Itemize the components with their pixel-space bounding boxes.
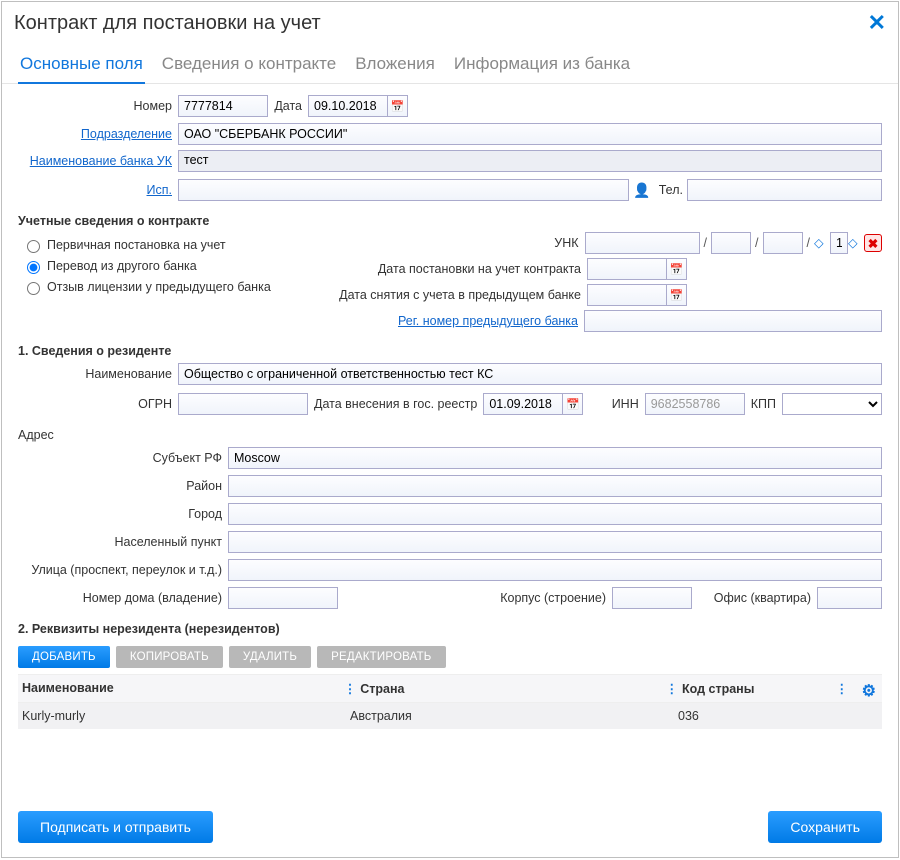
- bank-uk-link-label[interactable]: Наименование банка УК: [18, 150, 178, 168]
- gosreg-date-label: Дата внесения в гос. реестр: [308, 397, 483, 411]
- tel-input[interactable]: [687, 179, 882, 201]
- block-input[interactable]: [612, 587, 692, 609]
- footer: Подписать и отправить Сохранить: [2, 797, 898, 857]
- dereg-date-label: Дата снятия с учета в предыдущем банке: [327, 288, 587, 302]
- ogrn-label: ОГРН: [18, 397, 178, 411]
- titlebar: Контракт для постановки на учет ✕: [2, 2, 898, 44]
- col-country[interactable]: Страна: [360, 682, 404, 696]
- calendar-icon[interactable]: 📅: [667, 284, 687, 306]
- prev-bank-link-label[interactable]: Рег. номер предыдущего банка: [324, 314, 584, 328]
- ogrn-input: [178, 393, 308, 415]
- nonresident-toolbar: ДОБАВИТЬ КОПИРОВАТЬ УДАЛИТЬ РЕДАКТИРОВАТ…: [18, 646, 882, 668]
- calendar-icon[interactable]: 📅: [667, 258, 687, 280]
- city-label: Город: [18, 507, 228, 521]
- unk-label: УНК: [325, 236, 585, 250]
- kpp-label: КПП: [745, 397, 782, 411]
- calendar-icon[interactable]: 📅: [388, 95, 408, 117]
- unk-icon-1[interactable]: ◇: [814, 235, 830, 251]
- calendar-icon[interactable]: 📅: [563, 393, 583, 415]
- house-input[interactable]: [228, 587, 338, 609]
- copy-button[interactable]: КОПИРОВАТЬ: [116, 646, 223, 668]
- radio-primary-label: Первичная постановка на учет: [47, 238, 226, 252]
- grid-header: Наименование ⋮Страна ⋮Код страны ⋮ ⚙: [18, 674, 882, 703]
- kpp-select[interactable]: [782, 393, 882, 415]
- street-input[interactable]: [228, 559, 882, 581]
- col-code[interactable]: Код страны: [682, 682, 754, 696]
- table-row[interactable]: Kurly-murly Австралия 036: [18, 703, 882, 729]
- close-icon[interactable]: ✕: [868, 10, 886, 36]
- radio-transfer-other-bank[interactable]: [27, 261, 40, 274]
- accounting-section-title: Учетные сведения о контракте: [18, 206, 882, 232]
- tab-contract-details[interactable]: Сведения о контракте: [160, 48, 338, 83]
- dereg-date-input[interactable]: [587, 284, 667, 306]
- resident-name-label: Наименование: [18, 367, 178, 381]
- office-label: Офис (квартира): [692, 591, 817, 605]
- subject-label: Субъект РФ: [18, 451, 228, 465]
- sign-send-button[interactable]: Подписать и отправить: [18, 811, 213, 843]
- unk-part2-input[interactable]: [711, 232, 751, 254]
- save-button[interactable]: Сохранить: [768, 811, 882, 843]
- number-label: Номер: [18, 99, 178, 113]
- form-body: Номер Дата 📅 Подразделение Наименование …: [2, 84, 898, 797]
- unk-part3-input[interactable]: [763, 232, 803, 254]
- cell-country: Австралия: [350, 709, 678, 723]
- cell-code: 036: [678, 709, 878, 723]
- radio-transfer-label: Перевод из другого банка: [47, 259, 197, 273]
- street-label: Улица (проспект, переулок и т.д.): [18, 563, 228, 577]
- nonresident-section-title: 2. Реквизиты нерезидента (нерезидентов): [18, 614, 882, 640]
- add-button[interactable]: ДОБАВИТЬ: [18, 646, 110, 668]
- date-label: Дата: [268, 99, 308, 113]
- delete-button[interactable]: УДАЛИТЬ: [229, 646, 311, 668]
- tab-main[interactable]: Основные поля: [18, 48, 145, 84]
- radio-license-revoked[interactable]: [27, 282, 40, 295]
- isp-input[interactable]: [178, 179, 629, 201]
- division-link-label[interactable]: Подразделение: [18, 127, 178, 141]
- prev-bank-input[interactable]: [584, 310, 882, 332]
- contact-icon[interactable]: 👤: [633, 182, 650, 199]
- col-sep-icon[interactable]: ⋮: [344, 682, 361, 696]
- resident-name-input: [178, 363, 882, 385]
- number-input[interactable]: [178, 95, 268, 117]
- gosreg-date-input[interactable]: [483, 393, 563, 415]
- date-input[interactable]: [308, 95, 388, 117]
- subject-input[interactable]: [228, 447, 882, 469]
- reg-date-input[interactable]: [587, 258, 667, 280]
- address-section-title: Адрес: [18, 420, 882, 446]
- tabs: Основные поля Сведения о контракте Вложе…: [2, 44, 898, 84]
- division-input: [178, 123, 882, 145]
- locality-label: Населенный пункт: [18, 535, 228, 549]
- house-label: Номер дома (владение): [18, 591, 228, 605]
- block-label: Корпус (строение): [338, 591, 612, 605]
- radio-primary-registration[interactable]: [27, 240, 40, 253]
- radio-revoked-label: Отзыв лицензии у предыдущего банка: [47, 280, 271, 294]
- reg-date-label: Дата постановки на учет контракта: [327, 262, 587, 276]
- tel-label: Тел.: [655, 183, 687, 197]
- unk-sep: /: [700, 236, 711, 250]
- inn-input: [645, 393, 745, 415]
- district-label: Район: [18, 479, 228, 493]
- unk-delete-icon[interactable]: ✖: [864, 234, 882, 252]
- unk-part1-input[interactable]: [585, 232, 700, 254]
- tab-attachments[interactable]: Вложения: [353, 48, 437, 83]
- isp-link-label[interactable]: Исп.: [18, 183, 178, 197]
- cell-name: Kurly-murly: [22, 709, 350, 723]
- resident-section-title: 1. Сведения о резиденте: [18, 336, 882, 362]
- col-sep-icon[interactable]: ⋮: [666, 682, 683, 696]
- district-input[interactable]: [228, 475, 882, 497]
- col-name[interactable]: Наименование: [22, 681, 344, 696]
- office-input[interactable]: [817, 587, 882, 609]
- inn-label: ИНН: [606, 397, 645, 411]
- bank-uk-textarea: тест: [178, 150, 882, 172]
- edit-button[interactable]: РЕДАКТИРОВАТЬ: [317, 646, 445, 668]
- dialog-window: Контракт для постановки на учет ✕ Основн…: [1, 1, 899, 858]
- tab-bank-info[interactable]: Информация из банка: [452, 48, 632, 83]
- locality-input[interactable]: [228, 531, 882, 553]
- unk-part4-input[interactable]: [830, 232, 848, 254]
- dialog-title: Контракт для постановки на учет: [14, 12, 321, 35]
- city-input[interactable]: [228, 503, 882, 525]
- gear-icon[interactable]: ⚙: [862, 681, 876, 701]
- unk-icon-2[interactable]: ◇: [848, 235, 864, 251]
